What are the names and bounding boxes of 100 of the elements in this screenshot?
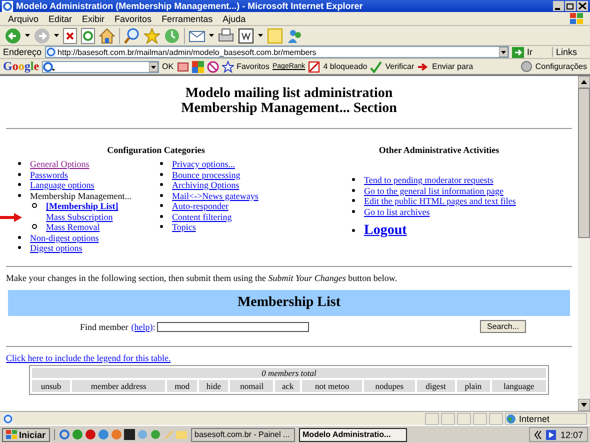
star-icon[interactable] [222, 60, 234, 72]
config-link[interactable]: Topics [172, 222, 196, 232]
dropdown-icon[interactable] [209, 34, 214, 37]
document-icon[interactable] [238, 28, 254, 44]
config-link[interactable]: Privacy options... [172, 159, 235, 169]
dropdown-icon[interactable] [498, 47, 508, 57]
spellcheck-button[interactable]: Verificar [385, 62, 414, 71]
column-header: mod [167, 380, 198, 392]
legend-link[interactable]: Click here to include the legend for this table. [6, 352, 572, 362]
ok-button[interactable]: OK [162, 62, 174, 71]
go-button[interactable]: Ir [526, 47, 549, 57]
bullet-icon [32, 203, 37, 208]
bullet-icon [32, 224, 37, 230]
dropdown-icon[interactable] [258, 34, 263, 37]
member-total: 0 members total [32, 368, 546, 378]
help-link[interactable]: (help) [131, 322, 153, 332]
play-icon[interactable] [546, 430, 556, 440]
search-icon[interactable] [124, 28, 140, 44]
terminal-icon[interactable] [124, 429, 135, 440]
config-link[interactable]: Mass Subscription [46, 212, 113, 222]
config-link[interactable]: Content filtering [172, 212, 232, 222]
start-button[interactable]: Iniciar [2, 428, 50, 442]
minimize-icon[interactable] [553, 1, 564, 11]
find-member-field[interactable] [157, 322, 310, 332]
config-link[interactable]: Passwords [30, 170, 68, 180]
browser-icon[interactable] [58, 429, 70, 440]
config-link[interactable]: Non-digest options [30, 232, 99, 242]
popup-blocker-icon[interactable] [308, 60, 320, 72]
taskbar-button[interactable]: Modelo Administratio... [298, 428, 407, 442]
expand-tray-icon[interactable] [534, 430, 542, 440]
favorites-button[interactable]: Favoritos [236, 62, 270, 71]
column-header: unsub [32, 380, 70, 392]
go-arrow-icon[interactable] [512, 46, 524, 58]
config-link[interactable]: General Options [30, 159, 90, 169]
blocked-count[interactable]: 4 bloqueado [323, 62, 368, 71]
close-icon[interactable] [577, 1, 588, 11]
bullet-icon [352, 210, 355, 213]
admin-link[interactable]: Edit the public HTML pages and text files [364, 196, 516, 206]
browser-icon [2, 0, 13, 12]
column-header: nodupes [364, 380, 415, 392]
send-arrow-icon[interactable] [417, 60, 430, 72]
blocks-icon[interactable] [192, 60, 204, 72]
menu-item[interactable]: Arquivo [8, 14, 39, 24]
printer-icon[interactable] [218, 28, 234, 44]
banner-title: Membership List [237, 294, 341, 310]
admin-link[interactable]: Go to list archives [364, 206, 430, 216]
status-pane [441, 412, 455, 424]
config-link[interactable]: [Membership List] [46, 201, 118, 211]
bullet-icon [352, 188, 355, 192]
no-sign-icon[interactable] [206, 60, 219, 72]
menu-item[interactable]: Ajuda [222, 14, 246, 24]
taskbar-button[interactable]: basesoft.com.br - Painel ... [190, 428, 295, 442]
settings-button[interactable]: Configurações [535, 62, 587, 71]
dropdown-icon[interactable] [54, 34, 59, 37]
config-link[interactable]: Mail<->News gateways [172, 190, 258, 200]
config-link[interactable]: Language options [30, 180, 94, 190]
spellcheck-icon[interactable] [370, 60, 382, 72]
bullet-icon [352, 178, 355, 182]
search-button[interactable]: Search... [480, 320, 526, 333]
history-icon[interactable] [164, 28, 180, 44]
logout-link[interactable]: Logout [364, 223, 407, 238]
restore-icon[interactable] [565, 1, 576, 11]
windows-logo-icon [6, 430, 17, 440]
scroll-up-icon[interactable] [578, 76, 590, 88]
bullet-icon [18, 194, 21, 197]
home-icon[interactable] [99, 28, 115, 44]
bullet-icon [18, 172, 21, 176]
menu-item[interactable]: Exibir [82, 14, 105, 24]
page-heading: Modelo mailing list administration Membership Management... Section [180, 86, 398, 116]
address-field[interactable]: http://basesoft.com.br/mailman/admin/modelo_basesoft.com.br/members [44, 46, 509, 58]
column-header: language [492, 380, 546, 392]
config-link[interactable]: Bounce processing [172, 170, 240, 180]
dropdown-icon[interactable] [149, 62, 158, 72]
bullet-icon [160, 204, 163, 208]
admin-link[interactable]: Tend to pending moderator requests [364, 175, 494, 185]
g-icon [43, 62, 56, 72]
status-pane [473, 412, 487, 424]
bullet-icon [18, 246, 21, 250]
admin-link[interactable]: Go to the general list information page [364, 186, 504, 196]
menu-item[interactable]: Favoritos [114, 14, 152, 24]
scroll-down-icon[interactable] [578, 399, 590, 411]
google-search-field[interactable] [42, 60, 160, 72]
clock: 12:07 [560, 430, 583, 440]
refresh-icon[interactable] [81, 28, 95, 44]
page-icon [46, 47, 56, 57]
star-icon[interactable] [144, 28, 160, 44]
config-link[interactable]: Archiving Options [172, 180, 240, 190]
stop-icon[interactable] [63, 28, 77, 44]
menu-item[interactable]: Editar [48, 14, 72, 24]
find-member-label: Find member [80, 322, 128, 332]
send-to-button[interactable]: Enviar para [432, 62, 474, 71]
config-link[interactable]: Mass Removal [46, 222, 100, 232]
links-button[interactable]: Links [552, 47, 577, 57]
config-link[interactable]: Digest options [30, 243, 82, 253]
dropdown-icon[interactable] [25, 34, 30, 37]
google-logo: Google [3, 59, 40, 74]
menu-item[interactable]: Ferramentas [162, 14, 213, 24]
status-pane [489, 412, 503, 424]
config-link[interactable]: Auto-responder [172, 201, 228, 211]
bullet-icon [18, 236, 21, 239]
